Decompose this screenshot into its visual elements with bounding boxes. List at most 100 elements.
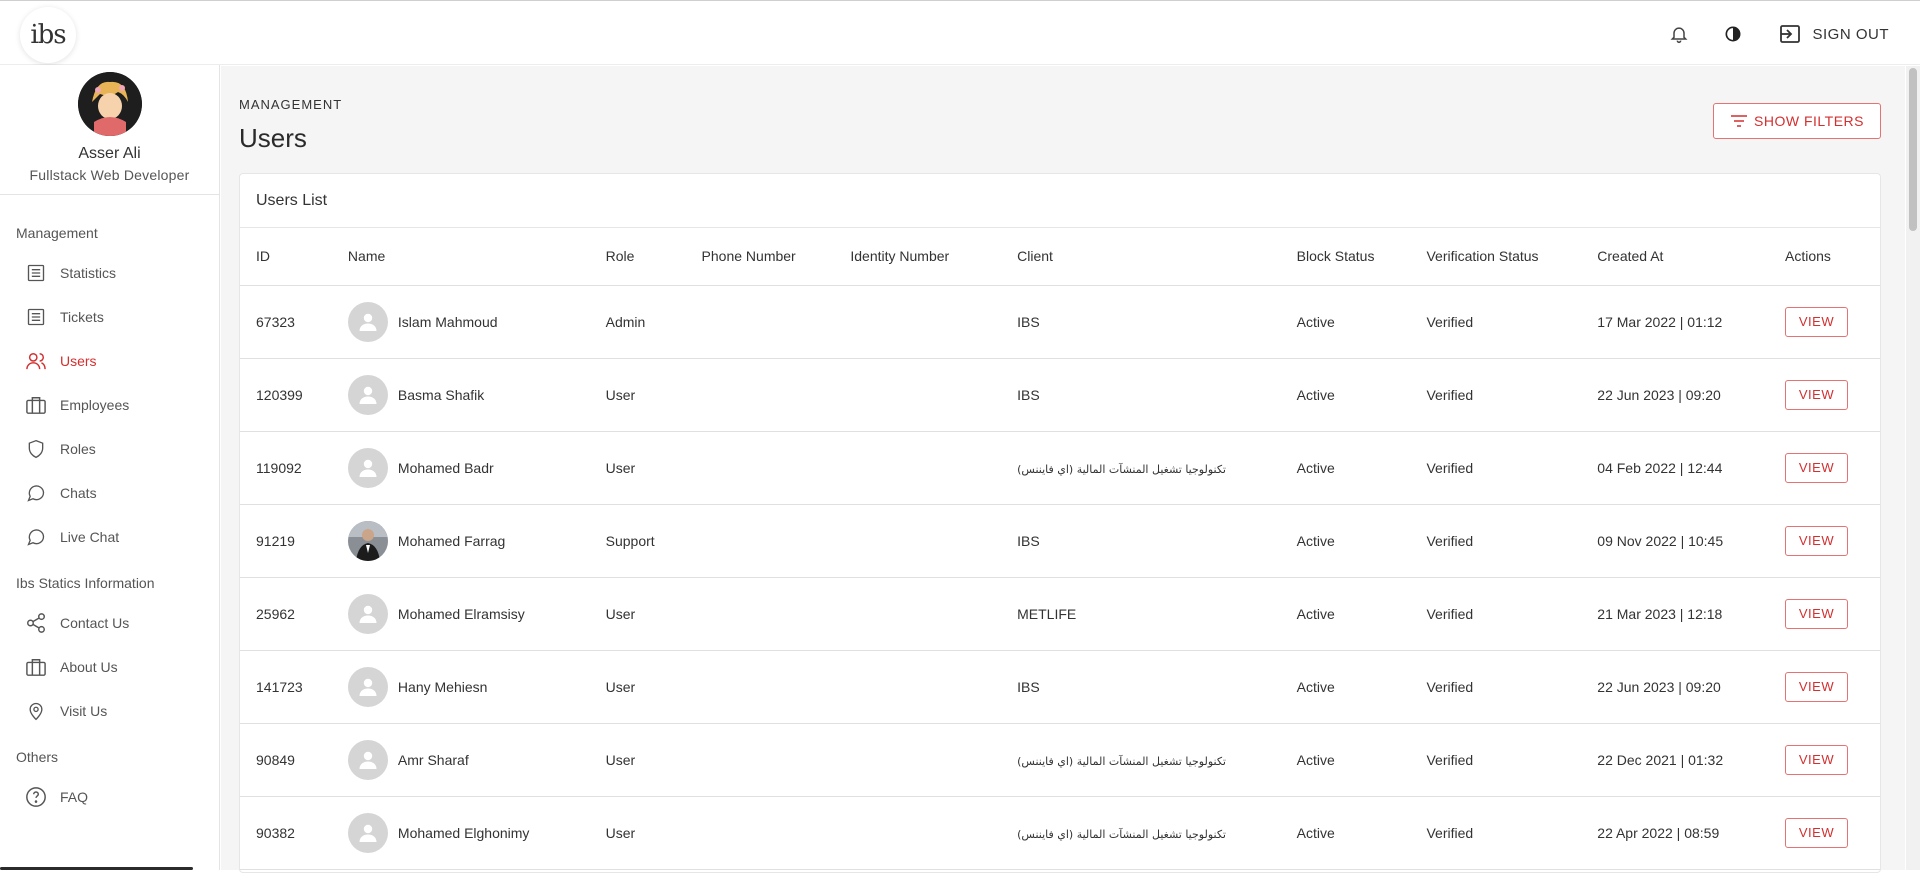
view-button[interactable]: VIEW [1785,599,1848,629]
sidebar-item-label: Users [60,353,97,369]
cell-role: Admin [590,285,686,358]
sidebar-item-chats[interactable]: Chats [0,471,219,515]
help-circle-icon [24,785,48,809]
user-name-wrapper: Mohamed Elramsisy [348,594,590,634]
view-button[interactable]: VIEW [1785,380,1848,410]
view-button[interactable]: VIEW [1785,672,1848,702]
user-name: Islam Mahmoud [398,314,498,330]
app-logo[interactable]: ibs [20,7,76,63]
dark-mode-toggle-icon[interactable] [1718,19,1748,49]
sidebar-item-tickets[interactable]: Tickets [0,295,219,339]
sidebar-item-label: FAQ [60,789,88,805]
sidebar-item-about-us[interactable]: About Us [0,645,219,689]
sidebar-item-statistics[interactable]: Statistics [0,251,219,295]
cell-phone [686,431,835,504]
cell-actions: VIEW [1769,431,1880,504]
cell-role: User [590,577,686,650]
cell-role: User [590,723,686,796]
cell-created-at: 22 Jun 2023 | 09:20 [1581,650,1769,723]
column-header[interactable]: Verification Status [1410,228,1581,285]
sidebar-item-visit-us[interactable]: Visit Us [0,689,219,733]
scrollbar-thumb[interactable] [1909,68,1917,231]
table-row[interactable]: 119092Mohamed BadrUserتكنولوجيا تشغيل ال… [240,431,1880,504]
cell-name: Amr Sharaf [332,723,590,796]
cell-name: Basma Shafik [332,358,590,431]
briefcase-icon [24,655,48,679]
table-row[interactable]: 67323Islam MahmoudAdminIBSActiveVerified… [240,285,1880,358]
cell-role: User [590,358,686,431]
cell-id: 25962 [240,577,332,650]
column-header[interactable]: Created At [1581,228,1769,285]
sidebar-item-label: Tickets [60,309,104,325]
sidebar-item-label: Statistics [60,265,116,281]
column-header[interactable]: Block Status [1281,228,1411,285]
cell-client: METLIFE [1001,577,1281,650]
column-header[interactable]: Phone Number [686,228,835,285]
sign-out-label: SIGN OUT [1812,26,1889,43]
cell-name: Mohamed Badr [332,431,590,504]
table-row[interactable]: 120399Basma ShafikUserIBSActiveVerified2… [240,358,1880,431]
default-user-avatar-icon [348,740,388,780]
cell-phone [686,358,835,431]
cell-phone [686,285,835,358]
sidebar-item-employees[interactable]: Employees [0,383,219,427]
page-scrollbar[interactable] [1906,66,1920,870]
cell-id: 120399 [240,358,332,431]
users-list-card: Users List IDNameRolePhone NumberIdentit… [239,173,1881,873]
cell-phone [686,577,835,650]
user-name-wrapper: Hany Mehiesn [348,667,590,707]
cell-verification-status: Verified [1410,796,1581,869]
view-button[interactable]: VIEW [1785,745,1848,775]
cell-phone [686,504,835,577]
cell-client: IBS [1001,358,1281,431]
user-name-wrapper: Mohamed Farrag [348,521,590,561]
table-row[interactable]: 91219Mohamed FarragSupportIBSActiveVerif… [240,504,1880,577]
view-button[interactable]: VIEW [1785,453,1848,483]
sidebar-item-faq[interactable]: FAQ [0,775,219,819]
cell-name: Hany Mehiesn [332,650,590,723]
table-header-row: IDNameRolePhone NumberIdentity NumberCli… [240,228,1880,285]
cell-id: 90382 [240,796,332,869]
column-header[interactable]: Name [332,228,590,285]
table-row[interactable]: 25962Mohamed ElramsisyUserMETLIFEActiveV… [240,577,1880,650]
cell-name: Mohamed Elghonimy [332,796,590,869]
sidebar-item-roles[interactable]: Roles [0,427,219,471]
cell-identity [834,431,1001,504]
column-header[interactable]: Actions [1769,228,1880,285]
avatar[interactable] [78,72,142,136]
table-row[interactable]: 90849Amr SharafUserتكنولوجيا تشغيل المنش… [240,723,1880,796]
cell-block-status: Active [1281,358,1411,431]
column-header[interactable]: ID [240,228,332,285]
sidebar-item-live-chat[interactable]: Live Chat [0,515,219,559]
cell-block-status: Active [1281,723,1411,796]
list-icon [24,305,48,329]
shield-icon [24,437,48,461]
sidebar-item-users[interactable]: Users [0,339,219,383]
main-content: MANAGEMENT Users SHOW FILTERS Users List… [221,66,1905,870]
column-header[interactable]: Identity Number [834,228,1001,285]
column-header[interactable]: Role [590,228,686,285]
sidebar-section-heading: Others [0,749,219,765]
table-row[interactable]: 141723Hany MehiesnUserIBSActiveVerified2… [240,650,1880,723]
cell-id: 67323 [240,285,332,358]
sidebar-section-heading: Ibs Statics Information [0,575,219,591]
sign-out-button[interactable]: SIGN OUT [1778,23,1889,45]
table-row[interactable]: 90382Mohamed ElghonimyUserتكنولوجيا تشغي… [240,796,1880,869]
share-icon [24,611,48,635]
briefcase-icon [24,393,48,417]
sidebar-item-label: Employees [60,397,129,413]
sidebar-item-contact-us[interactable]: Contact Us [0,601,219,645]
column-header[interactable]: Client [1001,228,1281,285]
cell-created-at: 22 Jun 2023 | 09:20 [1581,358,1769,431]
default-user-avatar-icon [348,813,388,853]
cell-created-at: 09 Nov 2022 | 10:45 [1581,504,1769,577]
view-button[interactable]: VIEW [1785,818,1848,848]
cell-block-status: Active [1281,796,1411,869]
notifications-bell-icon[interactable] [1664,19,1694,49]
view-button[interactable]: VIEW [1785,307,1848,337]
cell-actions: VIEW [1769,796,1880,869]
show-filters-button[interactable]: SHOW FILTERS [1713,103,1881,139]
view-button[interactable]: VIEW [1785,526,1848,556]
profile-panel: Asser Ali Fullstack Web Developer [0,65,219,195]
cell-phone [686,796,835,869]
